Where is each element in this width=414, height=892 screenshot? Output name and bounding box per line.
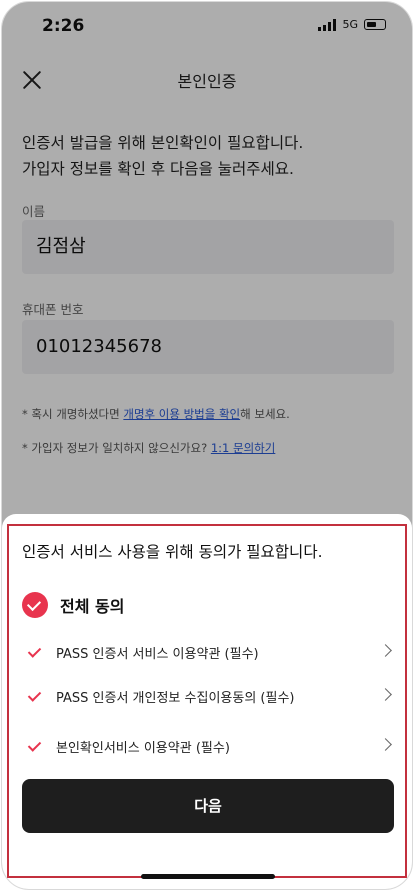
- checked-circle-icon: [22, 592, 48, 618]
- chevron-right-icon[interactable]: [379, 644, 392, 657]
- check-icon: [28, 689, 42, 703]
- sheet-title: 인증서 서비스 사용을 위해 동의가 필요합니다.: [22, 543, 323, 561]
- chevron-right-icon[interactable]: [379, 738, 392, 751]
- home-indicator[interactable]: [141, 874, 275, 879]
- term-label: PASS 인증서 개인정보 수집이용동의 (필수): [56, 690, 295, 706]
- term-item-pass-service[interactable]: PASS 인증서 서비스 이용약관 (필수): [22, 640, 394, 664]
- check-icon: [28, 645, 42, 659]
- next-button[interactable]: 다음: [22, 779, 394, 833]
- check-icon: [28, 739, 42, 753]
- all-agree-label: 전체 동의: [60, 597, 125, 616]
- all-agree-checkbox[interactable]: 전체 동의: [22, 592, 124, 618]
- phone-screen: 2:26 5G 본인인증 인증서 발급을 위해 본인확인이 필요합니다. 가입자…: [1, 1, 413, 890]
- term-label: 본인확인서비스 이용약관 (필수): [56, 740, 230, 756]
- term-item-identity-service[interactable]: 본인확인서비스 이용약관 (필수): [22, 734, 394, 758]
- chevron-right-icon[interactable]: [379, 688, 392, 701]
- term-label: PASS 인증서 서비스 이용약관 (필수): [56, 646, 259, 662]
- term-item-pass-privacy[interactable]: PASS 인증서 개인정보 수집이용동의 (필수): [22, 684, 394, 708]
